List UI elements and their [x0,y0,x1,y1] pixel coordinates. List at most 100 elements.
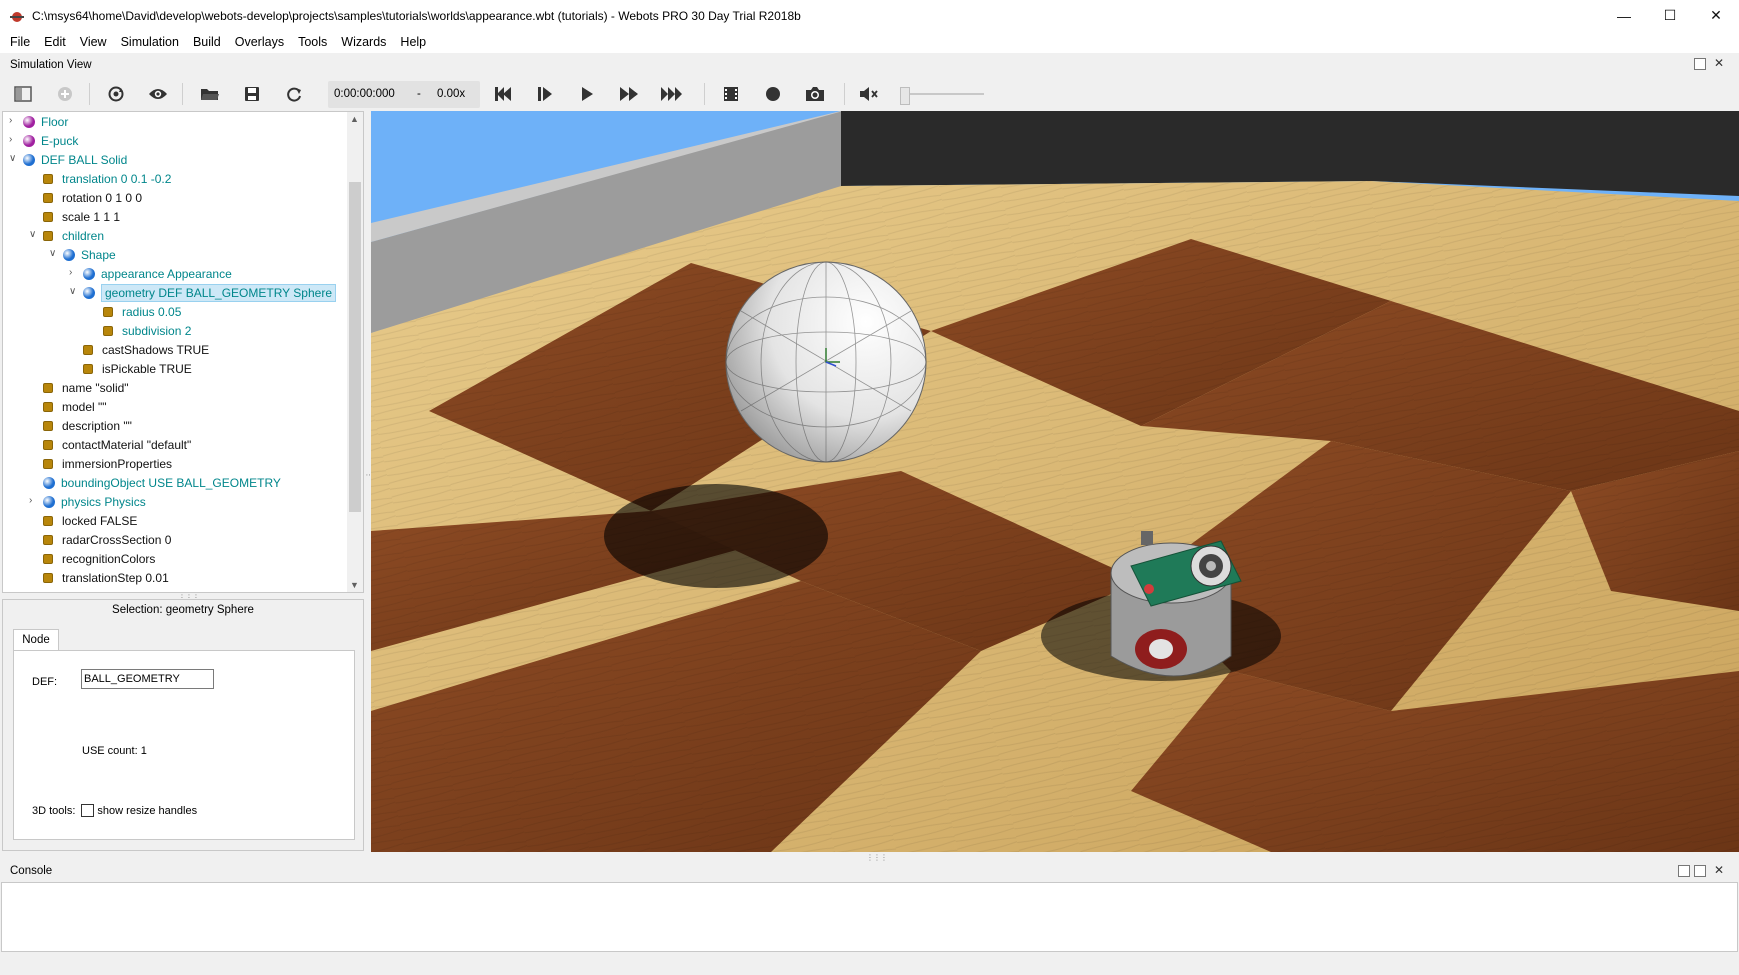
scene-tree-item[interactable]: › E-puck [9,131,78,150]
record-movie-button[interactable] [718,81,744,107]
scene-tree-item[interactable]: translationStep 0.01 [43,568,169,587]
add-node-button[interactable] [52,81,78,107]
scene-tree[interactable]: › Floor › E-puck ∨ DEF BALL Solid translation … [2,111,364,593]
step-button[interactable] [532,81,558,107]
open-world-button[interactable] [197,81,223,107]
collapse-arrow-icon[interactable]: ∨ [9,154,19,164]
3d-scene[interactable] [371,111,1739,852]
minimize-button[interactable]: — [1601,0,1647,31]
expand-arrow-icon[interactable]: › [29,496,39,506]
scene-tree-item[interactable]: immersionProperties [43,454,172,473]
scene-tree-item[interactable]: rotationStep 0.262 [43,587,160,592]
add-node-icon [58,87,72,101]
volume-slider[interactable] [900,87,984,105]
toggle-scene-tree-button[interactable] [10,81,36,107]
tab-node[interactable]: Node [13,629,59,651]
maximize-button[interactable]: ☐ [1647,0,1693,31]
reset-viewpoint-button[interactable] [103,81,129,107]
scroll-up-icon[interactable]: ▲ [350,114,359,124]
show-resize-handles-label[interactable]: show resize handles [97,805,197,817]
float-dock-button[interactable] [1694,865,1706,877]
menu-edit[interactable]: Edit [37,35,73,49]
scene-tree-item-label: Shape [81,247,116,262]
volume-slider-thumb[interactable] [900,87,910,105]
reload-world-button[interactable] [281,81,307,107]
close-window-button[interactable]: ✕ [1693,0,1739,31]
float-dock-button[interactable] [1694,58,1706,70]
scene-tree-item[interactable]: ∨ Shape [49,245,116,264]
scrollbar-thumb[interactable] [349,182,361,512]
scene-tree-item-label: rotation 0 1 0 0 [62,190,143,205]
menu-wizards[interactable]: Wizards [334,35,393,49]
menu-overlays[interactable]: Overlays [228,35,291,49]
screenshot-button[interactable] [802,81,828,107]
scene-tree-item[interactable]: castShadows TRUE [83,340,209,359]
collapse-arrow-icon[interactable]: ∨ [49,249,59,259]
scene-tree-item[interactable]: translation 0 0.1 -0.2 [43,169,171,188]
fastest-button[interactable] [658,81,684,107]
scene-tree-item[interactable]: isPickable TRUE [83,359,192,378]
save-world-button[interactable] [239,81,265,107]
mute-button[interactable] [856,81,882,107]
scene-tree-item[interactable]: contactMaterial "default" [43,435,191,454]
scene-tree-item[interactable]: › physics Physics [29,492,146,511]
scene-tree-item[interactable]: › appearance Appearance [69,264,232,283]
scene-tree-item[interactable]: radius 0.05 [103,302,181,321]
scene-tree-item[interactable]: recognitionColors [43,549,155,568]
menu-tools[interactable]: Tools [291,35,334,49]
panel-splitter[interactable]: ⋮ [364,111,374,852]
scene-tree-item[interactable]: boundingObject USE BALL_GEOMETRY [43,473,281,492]
expand-arrow-icon[interactable]: › [9,135,19,145]
record-animation-button[interactable] [760,81,786,107]
play-button[interactable] [574,81,600,107]
scene-tree-item[interactable]: scale 1 1 1 [43,207,120,226]
menu-build[interactable]: Build [186,35,228,49]
fastest-icon [661,87,682,101]
field-icon [103,306,113,317]
node-icon [43,495,55,508]
menu-help[interactable]: Help [393,35,433,49]
simulation-speed: 0.00x [437,88,466,100]
expand-arrow-icon[interactable]: › [9,116,19,126]
collapse-arrow-icon[interactable]: ∨ [29,230,39,240]
scene-tree-item[interactable]: name "solid" [43,378,129,397]
record-animation-icon [766,87,780,101]
3d-view[interactable] [371,111,1739,852]
field-icon [43,420,53,431]
def-name-input[interactable] [81,669,214,689]
menu-simulation[interactable]: Simulation [114,35,186,49]
scene-tree-item[interactable]: subdivision 2 [103,321,191,340]
reset-simulation-button[interactable] [490,81,516,107]
close-icon: ✕ [1713,56,1725,70]
scene-tree-item[interactable]: rotation 0 1 0 0 [43,188,142,207]
e-puck-robot[interactable] [1110,531,1242,677]
scene-tree-item[interactable]: ∨ children [29,226,104,245]
console-menu-button[interactable] [1678,865,1690,877]
sphere-ball[interactable] [725,261,927,463]
close-dock-button[interactable]: ✕ [1713,56,1725,70]
scene-tree-item[interactable]: description "" [43,416,132,435]
view-options-button[interactable] [145,81,171,107]
fast-forward-button[interactable] [616,81,642,107]
scene-tree-item[interactable]: radarCrossSection 0 [43,530,171,549]
scene-tree-item[interactable]: ∨ geometry DEF BALL_GEOMETRY Sphere [69,283,336,302]
collapse-arrow-icon[interactable]: ∨ [69,287,79,297]
scene-tree-item[interactable]: model "" [43,397,107,416]
use-count: USE count: 1 [82,745,147,757]
scene-tree-item[interactable]: locked FALSE [43,511,137,530]
close-icon: ✕ [1713,863,1725,877]
menu-view[interactable]: View [73,35,114,49]
mute-icon [860,87,878,101]
splitter-grip[interactable]: ⋮⋮⋮ [866,853,888,862]
menu-file[interactable]: File [3,35,37,49]
scene-tree-item[interactable]: › Floor [9,112,68,131]
scroll-down-icon[interactable]: ▼ [350,580,359,590]
scene-tree-scrollbar[interactable]: ▲ ▼ [347,112,363,592]
simulation-view-header: Simulation View ✕ [0,53,1739,77]
close-dock-button[interactable]: ✕ [1713,863,1725,877]
console-output[interactable] [1,882,1738,952]
expand-arrow-icon[interactable]: › [69,268,79,278]
show-resize-handles-checkbox[interactable] [81,804,95,817]
scene-tree-item[interactable]: ∨ DEF BALL Solid [9,150,127,169]
reset-viewpoint-icon [108,86,124,102]
